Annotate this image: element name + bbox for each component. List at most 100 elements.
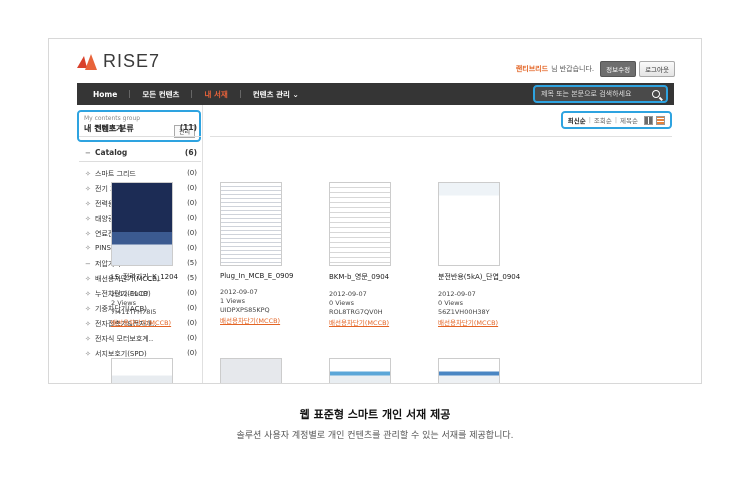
bullet-icon: ✧: [85, 350, 91, 358]
bullet-icon: ✧: [85, 305, 91, 313]
card-category-link[interactable]: 배선용차단기(MCCB): [111, 317, 211, 327]
card-views: 0 Views: [438, 299, 464, 307]
card-date: 2012-09-07: [438, 290, 476, 298]
sidebar-item[interactable]: − Catalog (6): [85, 148, 197, 157]
sidebar-item-count: (0): [187, 169, 197, 177]
card-code: 56Z1VH00H38Y: [438, 308, 490, 316]
logo-icon: [77, 53, 97, 70]
document-thumbnail[interactable]: [438, 182, 500, 266]
document-thumbnail[interactable]: [438, 358, 500, 383]
document-thumbnail[interactable]: [329, 182, 391, 266]
document-thumbnail[interactable]: [220, 358, 282, 383]
content-card[interactable]: LS_전력기기_K_1204 2012-09-07 2 Views 7I411TFH7…: [111, 182, 211, 327]
bullet-icon: ✧: [85, 275, 91, 283]
collapse-icon: −: [85, 148, 91, 157]
user-area: 랜티브리드 님 반갑습니다. 정보수정 로그아웃: [516, 61, 675, 77]
nav-home[interactable]: Home: [93, 90, 117, 99]
sort-toolbar: 최신순 | 조회순 | 제목순: [560, 111, 672, 129]
greeting-text: 님 반갑습니다.: [551, 65, 595, 73]
document-thumbnail[interactable]: [111, 358, 173, 383]
card-date: 2012-09-07: [220, 288, 258, 296]
sidebar-item-count: (6): [184, 148, 197, 157]
bullet-icon: ✧: [85, 215, 91, 223]
nav-divider: [129, 90, 131, 98]
sidebar-item-main: ✧ 전자식 모터보호계..: [85, 334, 153, 344]
sidebar-item-main: ✧ PINS: [85, 244, 111, 252]
bullet-icon: ✧: [85, 185, 91, 193]
bullet-icon: ✧: [85, 170, 91, 178]
card-category-link[interactable]: 배선용차단기(MCCB): [220, 315, 320, 325]
content-card[interactable]: BKM-b_영문_0904 2012-09-07 0 Views ROL8TRG7QV…: [329, 182, 429, 327]
divider: [79, 136, 201, 137]
card-category-link[interactable]: 배선용차단기(MCCB): [329, 317, 429, 327]
nav-all-contents[interactable]: 모든 컨텐츠: [142, 89, 179, 100]
search-box: [533, 85, 668, 103]
card-date: 2012-09-07: [111, 290, 149, 298]
card-code: ROL8TRG7QV0H: [329, 308, 383, 316]
sort-title[interactable]: 제목순: [620, 115, 638, 125]
nav-content-management[interactable]: 컨텐츠 관리 ⌄: [253, 89, 299, 100]
top-header: RISE7 랜티브리드 님 반갑습니다. 정보수정 로그아웃: [49, 39, 701, 79]
card-title[interactable]: Plug_In_MCB_E_0909: [220, 272, 320, 280]
card-date: 2012-09-07: [329, 290, 367, 298]
logo-text: RISE7: [103, 51, 161, 71]
search-input[interactable]: [541, 90, 652, 98]
caption-title: 웹 표준형 스마트 개인 서재 제공: [299, 408, 451, 421]
document-thumbnail[interactable]: [220, 182, 282, 266]
document-thumbnail[interactable]: [111, 182, 173, 266]
bullet-icon: ✧: [85, 290, 91, 298]
user-name: 랜티브리드: [515, 65, 549, 73]
sidebar-item[interactable]: ✧ 스마트 그리드 (0): [85, 169, 197, 179]
sidebar-item-label: 전체보기: [95, 124, 123, 133]
search-icon[interactable]: [652, 90, 660, 98]
bullet-icon: ✧: [85, 230, 91, 238]
logo[interactable]: RISE7: [77, 51, 160, 72]
divider: [210, 136, 672, 137]
sort-divider: |: [588, 116, 591, 124]
sidebar-item-main: ✧ 스마트 그리드: [85, 169, 136, 179]
collapse-icon: −: [85, 260, 91, 268]
edit-info-button[interactable]: 정보수정: [600, 61, 637, 77]
card-views: 1 Views: [220, 297, 246, 305]
nav-divider: [239, 90, 241, 98]
content-card[interactable]: 분전반용(5kA)_단엽_0904 2012-09-07 0 Views 56Z1VH…: [438, 182, 538, 327]
sidebar-item-main: − Catalog: [85, 148, 127, 157]
card-code: 7I411TFH78I5: [111, 308, 157, 316]
sidebar-item-label: Catalog: [95, 148, 128, 157]
expand-icon: +: [85, 124, 91, 133]
card-views: 0 Views: [329, 299, 355, 307]
content-card[interactable]: Plug_In_MCB_E_0909 2012-09-07 1 Views UIDPX…: [220, 182, 320, 325]
group-subtitle: My contents group: [84, 115, 141, 122]
bullet-icon: ✧: [85, 200, 91, 208]
document-thumbnail[interactable]: [329, 358, 391, 383]
sidebar-item-label: 스마트 그리드: [95, 170, 136, 178]
grid-view-icon[interactable]: [644, 115, 653, 125]
sidebar-item-main: + 전체보기: [85, 123, 123, 134]
app-window: RISE7 랜티브리드 님 반갑습니다. 정보수정 로그아웃 Home 모든 컨…: [48, 38, 702, 384]
card-title[interactable]: 분전반용(5kA)_단엽_0904: [438, 272, 538, 282]
bullet-icon: ✧: [85, 335, 91, 343]
sort-divider: |: [614, 116, 618, 124]
sidebar-item[interactable]: + 전체보기 (11): [85, 123, 197, 134]
bullet-icon: ✧: [85, 244, 91, 252]
nav-divider: [191, 90, 193, 98]
card-views: 2 Views: [111, 299, 137, 307]
main-nav: Home 모든 컨텐츠 내 서재 컨텐츠 관리 ⌄: [77, 83, 674, 105]
sidebar-item-count: (0): [187, 334, 197, 342]
card-code: UIDPXPS85KPQ: [220, 306, 270, 314]
caption-subtitle: 솔루션 사용자 계정별로 개인 컨텐츠를 관리할 수 있는 서재를 제공합니다.: [236, 431, 514, 441]
logout-button[interactable]: 로그아웃: [639, 61, 675, 77]
divider: [79, 161, 201, 162]
sidebar-item-count: (11): [179, 123, 197, 132]
nav-my-library[interactable]: 내 서재: [204, 89, 227, 100]
list-view-icon[interactable]: [656, 115, 665, 125]
sort-latest[interactable]: 최신순: [568, 115, 586, 125]
sidebar-item[interactable]: ✧ 전자식 모터보호계.. (0): [85, 334, 197, 344]
sort-views[interactable]: 조회순: [594, 115, 612, 125]
sidebar-item-count: (0): [187, 349, 197, 357]
card-title[interactable]: LS_전력기기_K_1204: [111, 272, 211, 282]
sidebar-item-label: PINS: [95, 244, 111, 252]
card-category-link[interactable]: 배선용차단기(MCCB): [438, 317, 538, 327]
card-title[interactable]: BKM-b_영문_0904: [329, 272, 429, 282]
bullet-icon: ✧: [85, 320, 91, 328]
